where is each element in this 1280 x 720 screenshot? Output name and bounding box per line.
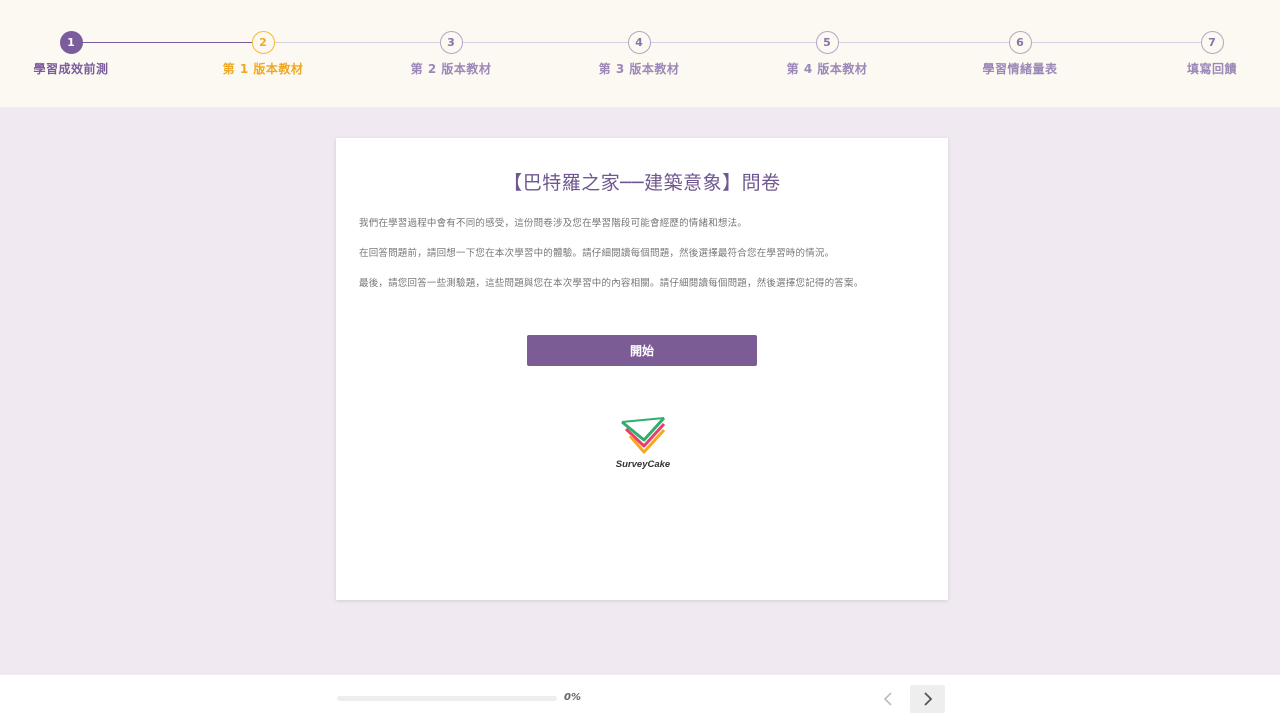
step-2[interactable]: 2 第 1 版本教材 <box>203 31 323 77</box>
step-number: 6 <box>1008 31 1032 54</box>
step-number: 7 <box>1200 31 1224 54</box>
intro-paragraph-3: 最後，請您回答一些測驗題，這些問題與您在本次學習中的內容相關。請仔細閱讀每個問題… <box>359 278 864 289</box>
step-label: 填寫回饋 <box>1186 62 1237 76</box>
progress-percentage: 0% <box>564 692 581 703</box>
step-number: 1 <box>59 31 83 54</box>
progress-bar <box>337 696 557 701</box>
step-number: 5 <box>815 31 839 54</box>
step-6[interactable]: 6 學習情緒量表 <box>960 31 1080 77</box>
step-label: 學習情緒量表 <box>982 62 1058 76</box>
step-3[interactable]: 3 第 2 版本教材 <box>391 31 511 77</box>
previous-page-button[interactable] <box>870 685 905 713</box>
step-label: 第 2 版本教材 <box>410 62 492 76</box>
surveycake-logo-icon <box>621 416 666 454</box>
intro-paragraph-2: 在回答問題前，請回想一下您在本次學習中的體驗。請仔細閱讀每個問題，然後選擇最符合… <box>359 248 835 259</box>
footer-bar: 0% <box>0 675 1280 720</box>
step-number: 3 <box>439 31 463 54</box>
step-number: 2 <box>251 31 275 54</box>
intro-paragraph-1: 我們在學習過程中會有不同的感受，這份問卷涉及您在學習階段可能會經歷的情緒和想法。 <box>359 218 748 229</box>
step-4[interactable]: 4 第 3 版本教材 <box>579 31 699 77</box>
surveycake-logo[interactable]: SurveyCake <box>608 416 678 476</box>
step-label: 學習成效前測 <box>33 62 109 76</box>
step-number: 4 <box>627 31 651 54</box>
survey-card: 【巴特羅之家──建築意象】問卷 我們在學習過程中會有不同的感受，這份問卷涉及您在… <box>336 138 948 600</box>
start-button[interactable]: 開始 <box>527 335 757 366</box>
chevron-left-icon <box>883 692 892 706</box>
step-1[interactable]: 1 學習成效前測 <box>11 31 131 77</box>
step-7[interactable]: 7 填寫回饋 <box>1152 31 1272 77</box>
logo-text: SurveyCake <box>615 459 671 470</box>
survey-title: 【巴特羅之家──建築意象】問卷 <box>503 172 781 194</box>
step-label: 第 1 版本教材 <box>222 62 304 76</box>
step-label: 第 4 版本教材 <box>786 62 868 76</box>
next-page-button[interactable] <box>910 685 945 713</box>
step-label: 第 3 版本教材 <box>598 62 680 76</box>
progress-stepper: 1 學習成效前測 2 第 1 版本教材 3 第 2 版本教材 4 第 3 版本教… <box>0 0 1280 107</box>
chevron-right-icon <box>923 692 932 706</box>
step-5[interactable]: 5 第 4 版本教材 <box>767 31 887 77</box>
